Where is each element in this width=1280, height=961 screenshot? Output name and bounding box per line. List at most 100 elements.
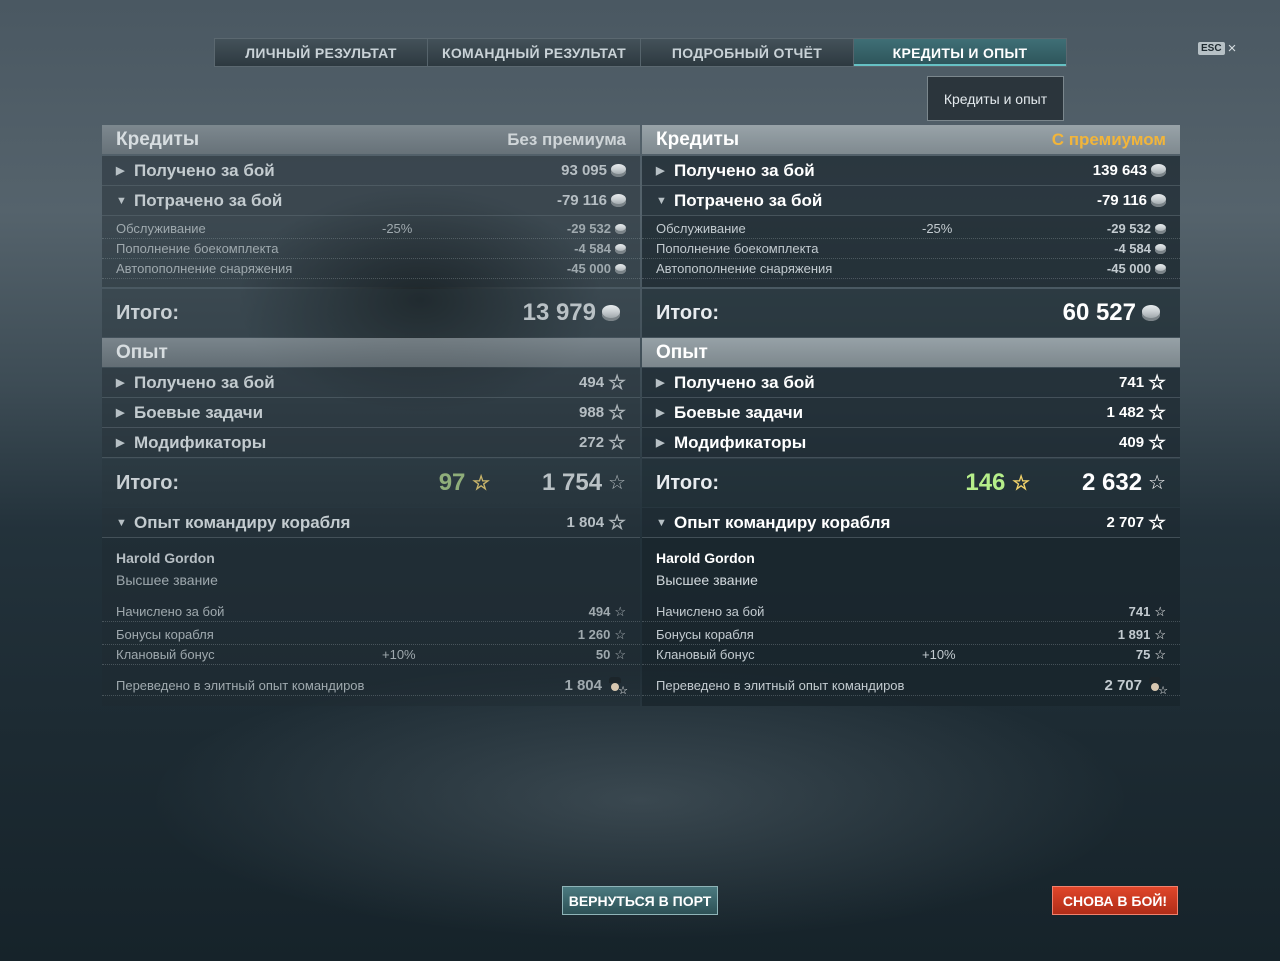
credits-coin-icon <box>1155 223 1166 234</box>
credits-earned-row[interactable]: ▶ Получено за бой 139 643 <box>642 156 1180 186</box>
expand-triangle-icon: ▶ <box>116 377 125 389</box>
sub-value: 1 804 <box>564 677 602 694</box>
row-value: 1 804 <box>566 514 605 531</box>
credits-coin-icon <box>615 263 626 274</box>
sub-label: Обслуживание <box>656 221 746 236</box>
credits-coin-icon <box>1155 263 1166 274</box>
battle-again-button[interactable]: СНОВА В БОЙ! <box>1052 886 1178 915</box>
panel-without-premium: Кредиты Без премиума ▶ Получено за бой 9… <box>102 125 640 706</box>
commander-xp-row[interactable]: ▼ Опыт командиру корабля 1 804 ☆ <box>102 508 640 538</box>
xp-title: Опыт <box>116 341 168 363</box>
row-label: Боевые задачи <box>134 402 264 422</box>
tab-tooltip: Кредиты и опыт <box>927 76 1064 121</box>
tab-personal-result[interactable]: ЛИЧНЫЙ РЕЗУЛЬТАТ <box>215 39 428 66</box>
credits-coin-icon <box>611 194 626 207</box>
modifiers-row[interactable]: ▶ Модификаторы 409 ☆ <box>642 428 1180 458</box>
row-value: 272 <box>579 434 605 451</box>
commander-rank: Высшее звание <box>656 572 758 588</box>
elite-commander-xp-icon: ☆ <box>606 676 628 697</box>
result-tabs: ЛИЧНЫЙ РЕЗУЛЬТАТ КОМАНДНЫЙ РЕЗУЛЬТАТ ПОД… <box>214 38 1067 67</box>
xp-title: Опыт <box>656 341 708 363</box>
return-to-port-button[interactable]: ВЕРНУТЬСЯ В ПОРТ <box>562 886 718 915</box>
elite-commander-xp-icon: ☆ <box>1146 676 1168 697</box>
row-label: Потрачено за бой <box>134 190 283 210</box>
row-label: Получено за бой <box>674 372 815 392</box>
xp-star-icon: ☆ <box>1148 472 1166 494</box>
tab-detailed-report[interactable]: ПОДРОБНЫЙ ОТЧЁТ <box>641 39 854 66</box>
commander-xp-row[interactable]: ▼ Опыт командиру корабля 2 707 ☆ <box>642 508 1180 538</box>
esc-key-icon: ESC <box>1198 42 1225 55</box>
modifiers-row[interactable]: ▶ Модификаторы 272 ☆ <box>102 428 640 458</box>
maintenance-row: Обслуживание -25% -29 532 <box>102 219 640 239</box>
ammo-row: Пополнение боекомплекта -4 584 <box>642 239 1180 259</box>
row-value: 409 <box>1119 434 1145 451</box>
sub-value: -4 584 <box>574 241 611 256</box>
tab-credits-and-xp[interactable]: КРЕДИТЫ И ОПЫТ <box>854 39 1066 66</box>
sub-value: 1 260 <box>577 627 611 642</box>
free-xp-group: 97 ☆ <box>439 469 490 497</box>
credits-coin-icon <box>1142 305 1160 321</box>
sub-label: Переведено в элитный опыт командиров <box>116 678 365 693</box>
sub-value: 1 891 <box>1117 627 1151 642</box>
xp-total-row: Итого: 97 ☆ 1 754 ☆ <box>102 459 640 507</box>
xp-earned-row[interactable]: ▶ Получено за бой 494 ☆ <box>102 368 640 398</box>
total-label: Итого: <box>116 471 180 494</box>
xp-star-icon: ☆ <box>1148 401 1166 424</box>
expand-triangle-icon: ▶ <box>656 407 665 419</box>
sub-percent: +10% <box>922 647 956 662</box>
row-value: 2 707 <box>1106 514 1145 531</box>
sub-label: Начислено за бой <box>116 604 225 619</box>
xp-total-row: Итого: 146 ☆ 2 632 ☆ <box>642 459 1180 507</box>
sub-value: 741 <box>1128 604 1151 619</box>
sub-value: -4 584 <box>1114 241 1151 256</box>
credits-spent-row[interactable]: ▼ Потрачено за бой -79 116 <box>642 186 1180 216</box>
credits-spent-row[interactable]: ▼ Потрачено за бой -79 116 <box>102 186 640 216</box>
commander-rank-row: Высшее звание <box>642 570 1180 590</box>
close-button[interactable]: ESC × <box>1198 41 1236 56</box>
credits-coin-icon <box>602 305 620 321</box>
row-value: 741 <box>1119 374 1145 391</box>
elite-xp-row: Переведено в элитный опыт командиров 1 8… <box>102 676 640 697</box>
sub-label: Пополнение боекомплекта <box>656 241 819 256</box>
sub-label: Автопополнение снаряжения <box>656 261 833 276</box>
row-label: Потрачено за бой <box>674 190 823 210</box>
commander-name-row: Harold Gordon <box>102 548 640 568</box>
ammo-row: Пополнение боекомплекта -4 584 <box>102 239 640 259</box>
sub-percent: -25% <box>382 221 413 236</box>
premium-status: Без премиума <box>507 129 626 149</box>
accrued-row: Начислено за бой 494 ☆ <box>102 602 640 622</box>
xp-star-icon: ☆ <box>608 371 626 394</box>
sub-value: -45 000 <box>1106 261 1151 276</box>
credits-coin-icon <box>1151 164 1166 177</box>
free-xp-star-icon: ☆ <box>472 472 490 495</box>
tab-team-result[interactable]: КОМАНДНЫЙ РЕЗУЛЬТАТ <box>428 39 641 66</box>
row-label: Получено за бой <box>674 160 815 180</box>
xp-earned-row[interactable]: ▶ Получено за бой 741 ☆ <box>642 368 1180 398</box>
credits-header: Кредиты С премиумом <box>642 125 1180 154</box>
panel-with-premium: Кредиты С премиумом ▶ Получено за бой 13… <box>642 125 1180 706</box>
expand-triangle-icon: ▶ <box>116 437 125 449</box>
sub-value: -45 000 <box>566 261 611 276</box>
total-label: Итого: <box>656 301 720 324</box>
xp-star-icon: ☆ <box>608 511 626 534</box>
sub-label: Автопополнение снаряжения <box>116 261 293 276</box>
credits-total-row: Итого: 60 527 <box>642 289 1180 337</box>
commander-name-row: Harold Gordon <box>642 548 1180 568</box>
credits-title: Кредиты <box>656 128 740 150</box>
credits-earned-row[interactable]: ▶ Получено за бой 93 095 <box>102 156 640 186</box>
expand-triangle-icon: ▶ <box>656 165 665 177</box>
accrued-row: Начислено за бой 741 ☆ <box>642 602 1180 622</box>
maintenance-row: Обслуживание -25% -29 532 <box>642 219 1180 239</box>
missions-row[interactable]: ▶ Боевые задачи 1 482 ☆ <box>642 398 1180 428</box>
row-label: Модификаторы <box>674 432 807 452</box>
expand-triangle-icon: ▶ <box>656 377 665 389</box>
row-value: 1 482 <box>1106 404 1145 421</box>
elite-xp-row: Переведено в элитный опыт командиров 2 7… <box>642 676 1180 697</box>
free-xp-value: 146 <box>965 469 1006 496</box>
missions-row[interactable]: ▶ Боевые задачи 988 ☆ <box>102 398 640 428</box>
xp-star-icon: ☆ <box>1148 431 1166 454</box>
row-label: Боевые задачи <box>674 402 804 422</box>
xp-star-icon: ☆ <box>1154 646 1166 662</box>
xp-star-icon: ☆ <box>614 603 626 619</box>
consumables-row: Автопополнение снаряжения -45 000 <box>102 259 640 279</box>
